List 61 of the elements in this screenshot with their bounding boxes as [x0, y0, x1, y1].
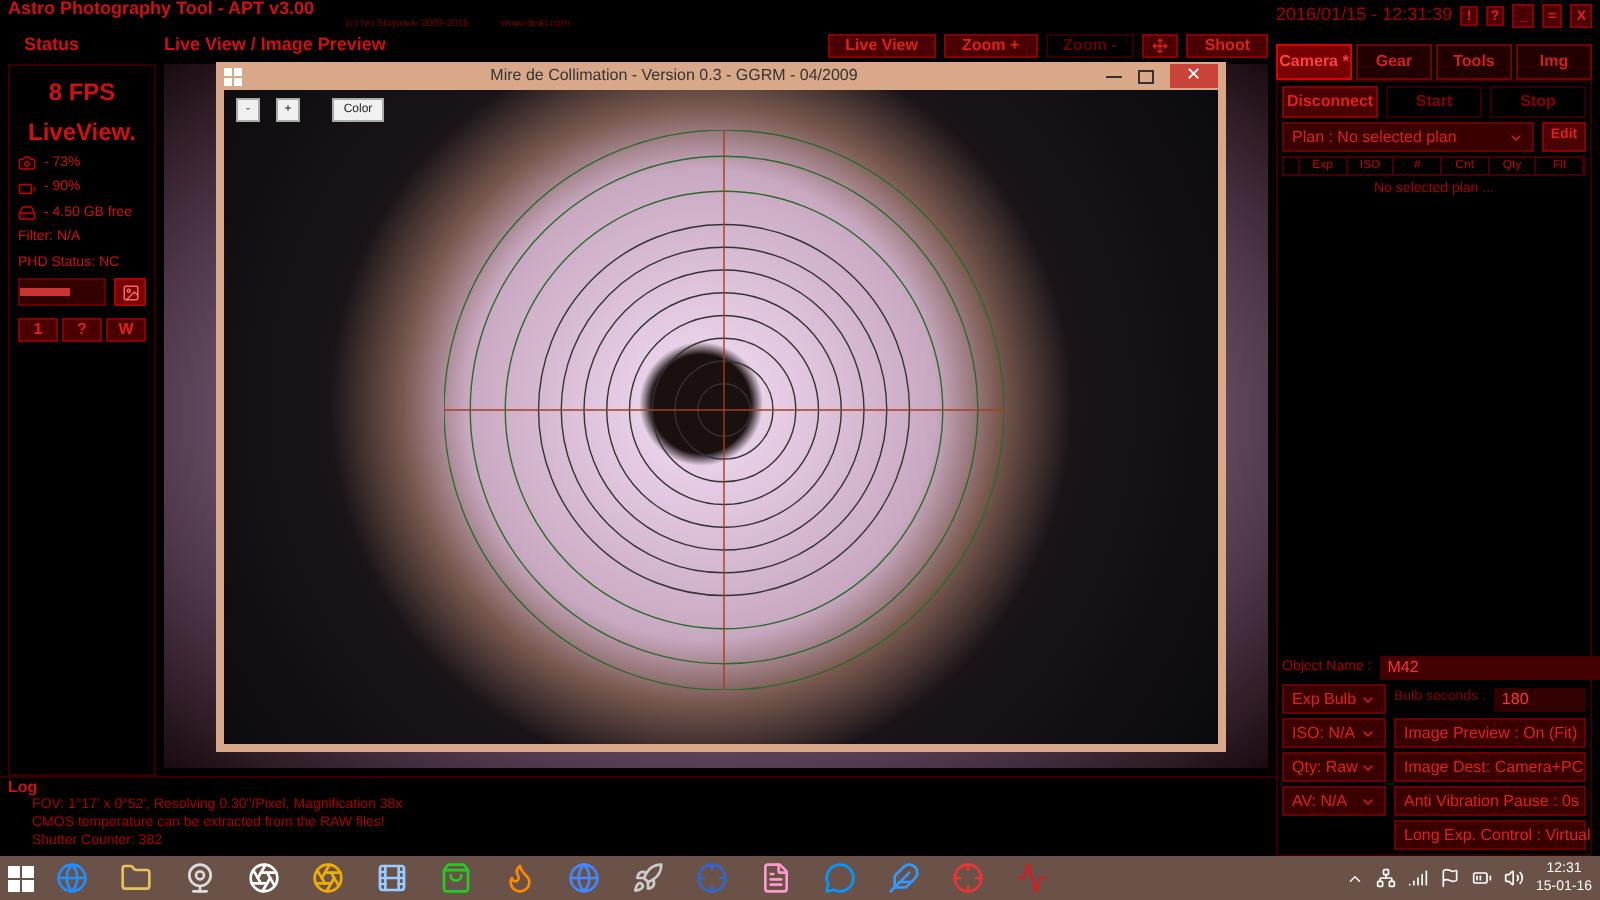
windows-logo-icon[interactable]: [8, 865, 34, 891]
flame-icon[interactable]: [504, 862, 536, 894]
setting-dropdown[interactable]: Qty: Raw: [1282, 752, 1386, 782]
action-button[interactable]: Start: [1386, 86, 1482, 118]
app-title: Astro Photography Tool - APT v3.00: [8, 0, 315, 18]
globe-icon[interactable]: [568, 862, 600, 894]
setting-dropdown[interactable]: AV: N/A: [1282, 786, 1386, 816]
status-button[interactable]: 1: [18, 318, 58, 342]
battery-icon[interactable]: [1471, 868, 1492, 888]
setting-dropdown[interactable]: Anti Vibration Pause : 0s: [1394, 786, 1586, 816]
object-name-field[interactable]: M42: [1379, 656, 1600, 680]
image-icon: [121, 283, 139, 301]
status-button[interactable]: ?: [62, 318, 102, 342]
setting-dropdown[interactable]: Exp Bulb: [1282, 684, 1386, 714]
chat-bubble-icon[interactable]: [824, 862, 856, 894]
flag-icon[interactable]: [1439, 868, 1460, 888]
film-icon[interactable]: [376, 862, 408, 894]
tab[interactable]: Img: [1516, 44, 1592, 80]
app-grid-icon: [224, 67, 242, 85]
close-button[interactable]: ✕: [1170, 64, 1218, 88]
status-heading: Status: [22, 32, 82, 58]
setting-dropdown[interactable]: Image Dest: Camera+PC: [1394, 752, 1586, 782]
minimize-button[interactable]: [1106, 75, 1122, 77]
document-icon[interactable]: [760, 862, 792, 894]
folder-icon[interactable]: [120, 862, 152, 894]
tab[interactable]: Camera *: [1276, 44, 1352, 80]
battery-icon: [18, 179, 36, 198]
tab[interactable]: Gear: [1356, 44, 1432, 80]
speaker-icon[interactable]: [1503, 868, 1524, 888]
bulb-seconds-field[interactable]: 180: [1493, 687, 1586, 711]
status-button[interactable]: W: [106, 318, 146, 342]
signal-icon[interactable]: [1407, 868, 1428, 888]
preview-heading: Live View / Image Preview: [164, 32, 388, 59]
move-icon: [1152, 38, 1169, 54]
setting-dropdown[interactable]: Image Preview : On (Fit): [1394, 718, 1586, 748]
shopping-bag-icon[interactable]: [440, 862, 472, 894]
setting-dropdown[interactable]: ISO: N/A: [1282, 718, 1386, 748]
webcam-icon[interactable]: [184, 862, 216, 894]
move-button[interactable]: [1142, 34, 1179, 58]
image-button[interactable]: [114, 278, 146, 306]
datetime-text: 2016/01/15 - 12:31:39: [1276, 2, 1453, 29]
rocket-icon[interactable]: [632, 862, 664, 894]
window-title: Mire de Collimation - Version 0.3 - GGRM - 04/2009: [488, 64, 860, 88]
slider-track[interactable]: [18, 278, 106, 306]
action-button[interactable]: Disconnect: [1282, 86, 1378, 118]
maximize-button[interactable]: [1138, 69, 1154, 83]
toolbar-button[interactable]: Live View: [827, 34, 936, 58]
plan-dropdown[interactable]: Plan : No selected plan: [1282, 122, 1534, 152]
action-button[interactable]: Stop: [1490, 86, 1586, 118]
setting-dropdown[interactable]: Long Exp. Control : Virtual: [1394, 820, 1586, 850]
tab[interactable]: Tools: [1436, 44, 1512, 80]
camera-icon: [18, 154, 36, 173]
aperture-icon[interactable]: [312, 862, 344, 894]
log-heading: Log: [8, 778, 40, 796]
toolbar-button[interactable]: Zoom +: [943, 34, 1038, 58]
mode-text: LiveView.: [25, 115, 139, 149]
network-icon[interactable]: [1375, 868, 1396, 888]
fps-reading: 8 FPS: [46, 75, 118, 109]
globe-icon[interactable]: [56, 862, 88, 894]
toolbar-button[interactable]: Shoot: [1186, 34, 1268, 58]
feather-icon[interactable]: [888, 862, 920, 894]
